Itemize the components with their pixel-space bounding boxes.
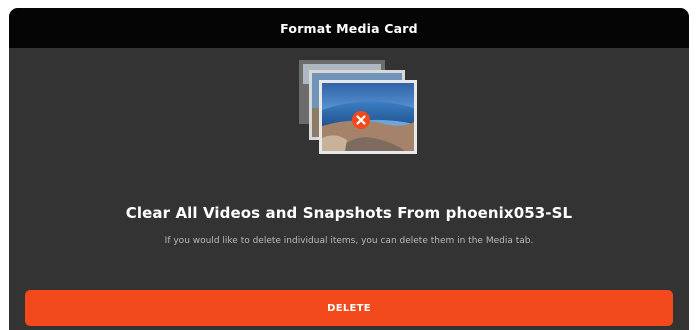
delete-button[interactable]: DELETE (25, 290, 673, 326)
format-media-card-dialog: Format Media Card Clear All Videos and S… (9, 8, 689, 330)
media-stack-graphic (299, 60, 417, 154)
dialog-title: Format Media Card (280, 20, 418, 36)
dialog-subtext: If you would like to delete individual i… (164, 236, 534, 246)
media-stack-illustration (295, 58, 419, 156)
dialog-titlebar: Format Media Card (9, 8, 689, 48)
dialog-heading: Clear All Videos and Snapshots From phoe… (125, 204, 573, 222)
delete-x-icon (352, 111, 370, 129)
